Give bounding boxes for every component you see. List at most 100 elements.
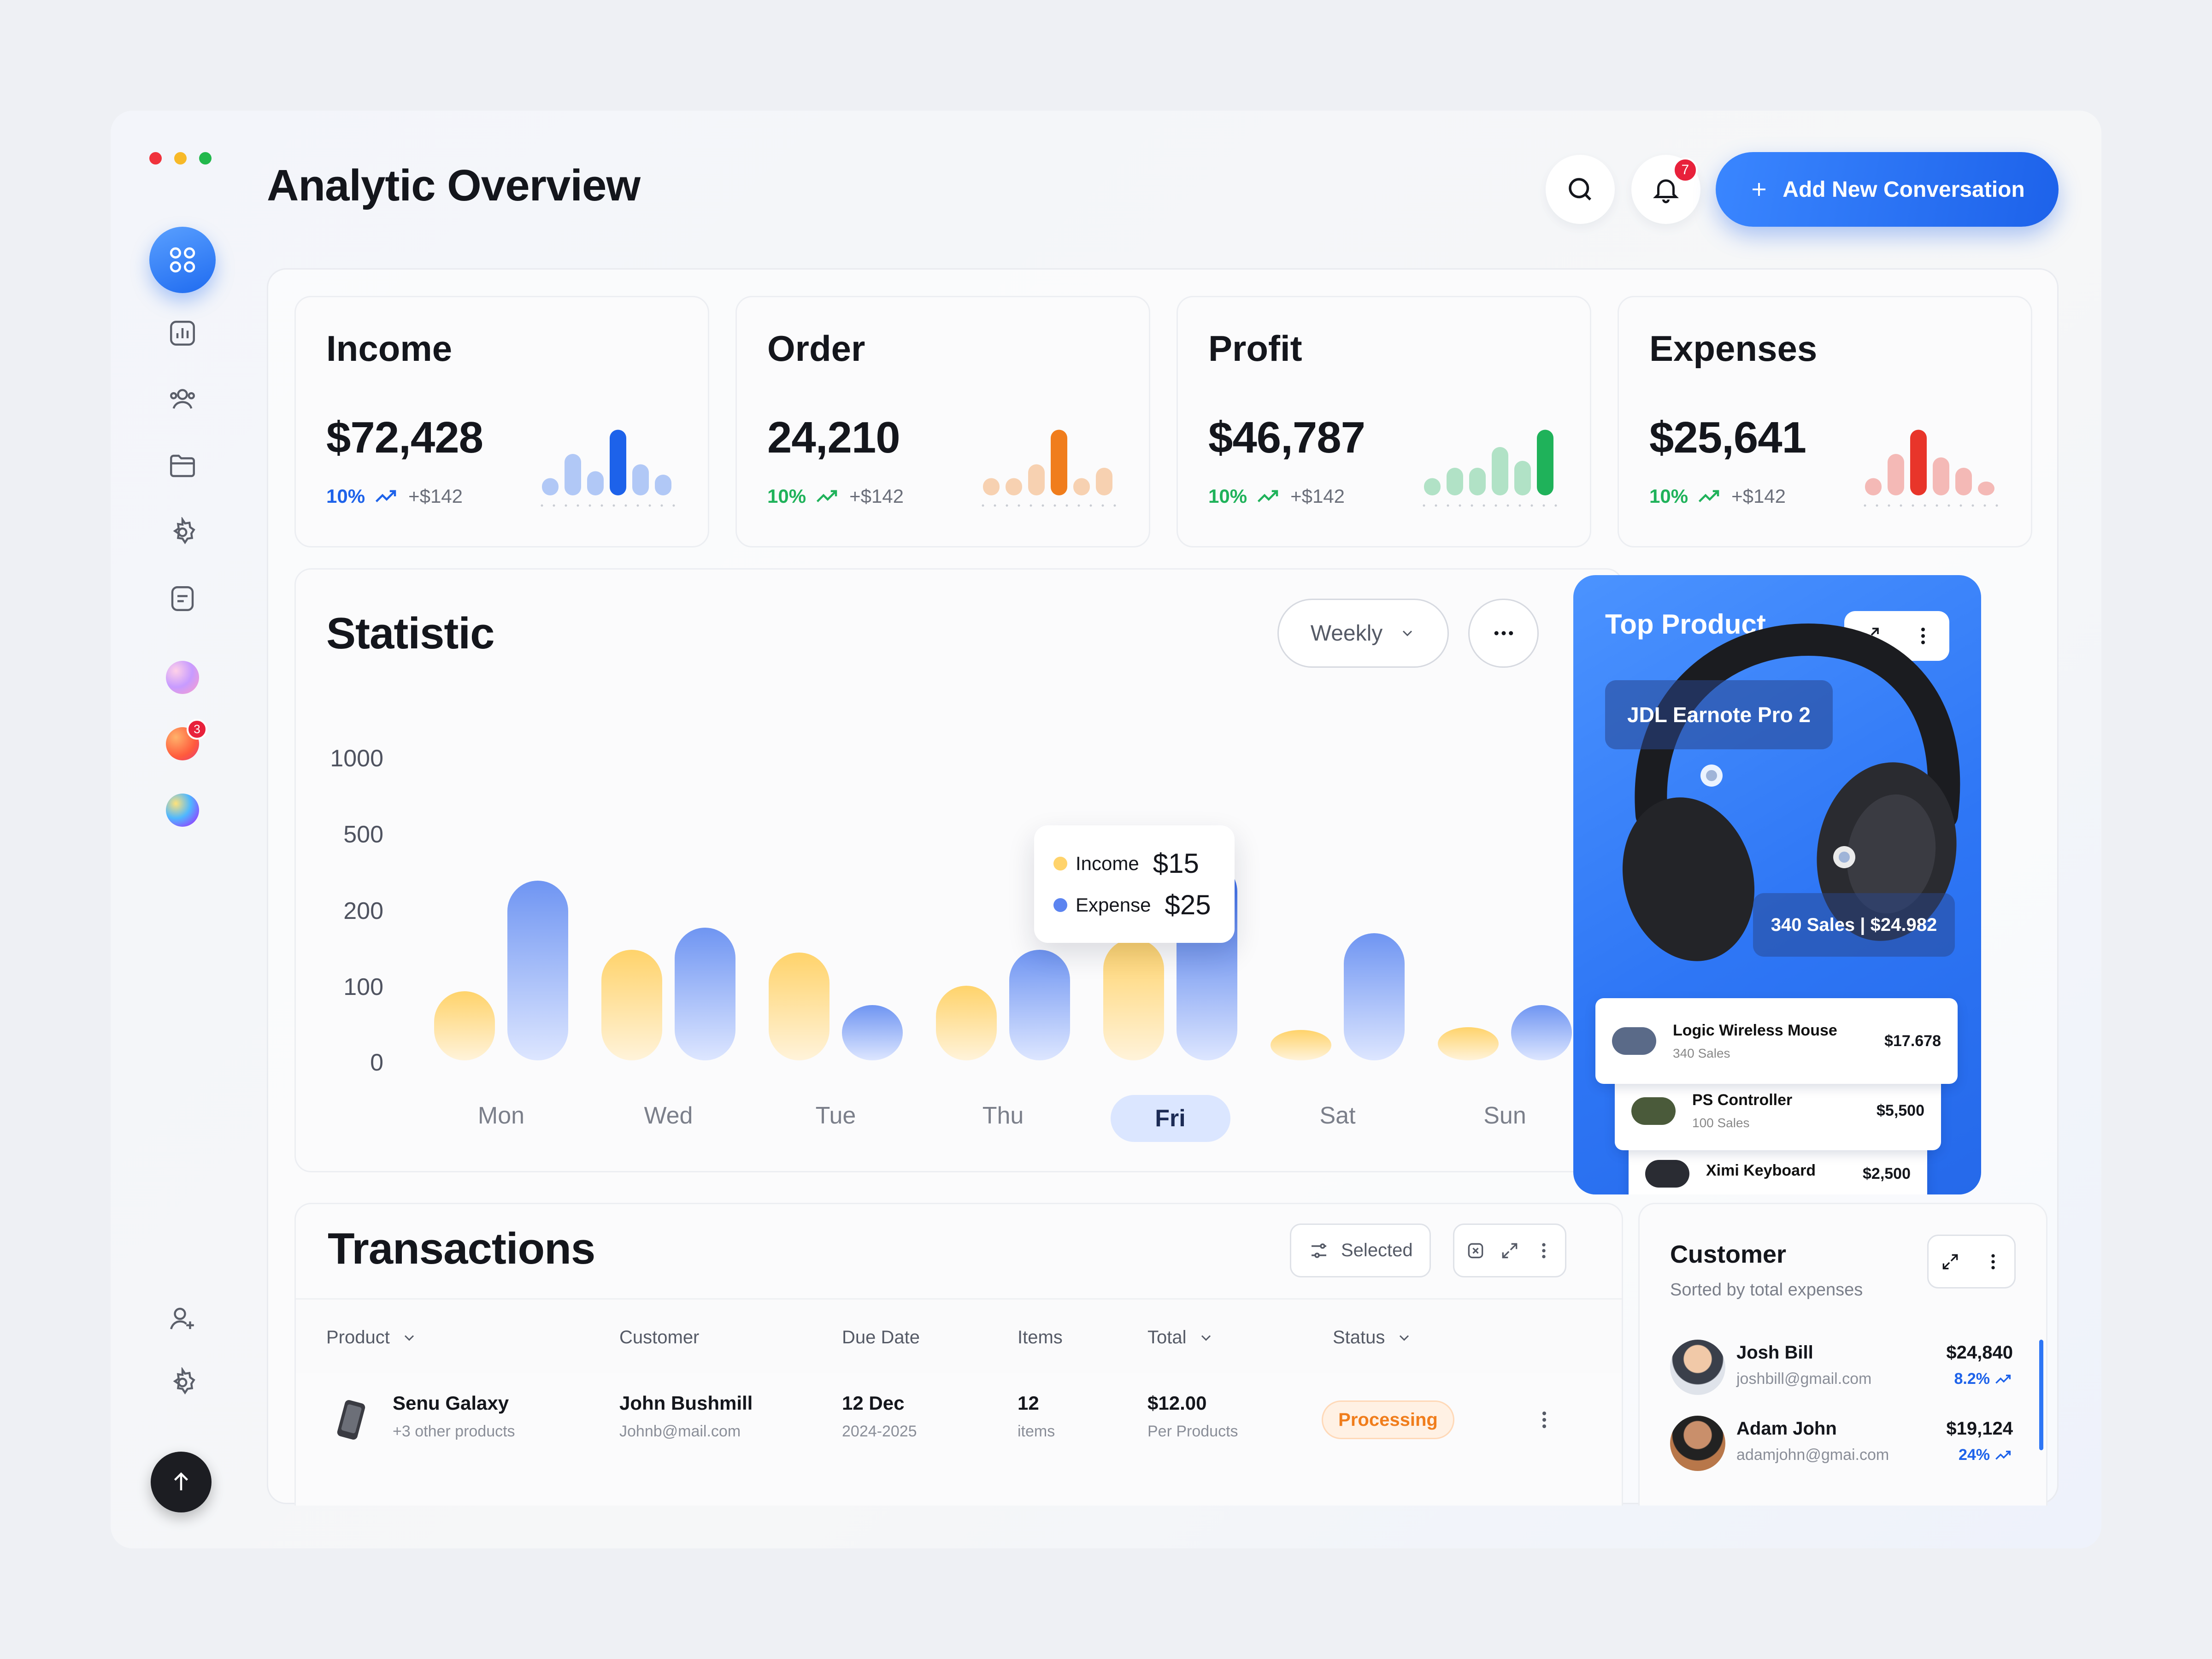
total-amount: $12.00 — [1147, 1392, 1207, 1414]
kpi-axis-dot — [600, 504, 603, 507]
kpi-card-income: Income $72,428 10% +$142 — [294, 296, 709, 547]
bar-expense-sun[interactable] — [1511, 1005, 1572, 1060]
x-tick-label-fri[interactable]: Fri — [1110, 1095, 1230, 1142]
expand-icon[interactable] — [1940, 1252, 1960, 1272]
search-button[interactable] — [1546, 155, 1615, 224]
product-name-tag[interactable]: JDL Earnote Pro 2 — [1605, 680, 1833, 749]
bar-expense-mon[interactable] — [507, 881, 568, 1060]
column-status[interactable]: Status — [1333, 1327, 1412, 1348]
kpi-axis-dot — [1053, 504, 1056, 507]
tooltip-income-label: Income — [1076, 852, 1139, 874]
add-conversation-label: Add New Conversation — [1783, 177, 2025, 202]
top-product-item-price: $17.678 — [1884, 1032, 1941, 1050]
filter-selected-button[interactable]: Selected — [1290, 1224, 1431, 1277]
bar-income-thu[interactable] — [936, 986, 997, 1060]
column-total-label: Total — [1147, 1327, 1187, 1347]
bar-income-fri[interactable] — [1103, 939, 1164, 1060]
kpi-mini-bar — [587, 471, 604, 495]
kpi-axis-dot — [1423, 504, 1425, 507]
x-tick-label-mon[interactable]: Mon — [441, 1102, 561, 1130]
bar-expense-thu[interactable] — [1009, 950, 1070, 1060]
maximize-dot[interactable] — [199, 152, 212, 165]
trend-up-icon — [375, 490, 396, 502]
x-tick-label-tue[interactable]: Tue — [776, 1102, 896, 1130]
more-vertical-icon[interactable] — [1534, 1241, 1554, 1261]
bar-expense-wed[interactable] — [675, 928, 735, 1060]
kpi-delta: +$142 — [1290, 485, 1345, 507]
customer-subtitle: Sorted by total expenses — [1670, 1280, 1863, 1300]
trend-up-icon — [1995, 1374, 2011, 1384]
customer-row-percent: 24% — [1958, 1446, 1990, 1464]
workspace-avatar-2[interactable]: 3 — [166, 719, 207, 760]
bar-chart-icon — [170, 321, 195, 346]
x-tick-label-thu[interactable]: Thu — [943, 1102, 1063, 1130]
sidebar-item-documents[interactable] — [149, 565, 216, 632]
kpi-axis-dot — [1912, 504, 1914, 507]
expand-icon[interactable] — [1500, 1241, 1520, 1261]
notifications-button[interactable]: 7 — [1631, 155, 1700, 224]
kpi-axis-dot — [660, 504, 663, 507]
customer-row[interactable]: Adam John adamjohn@gmai.com $19,124 24% — [1670, 1416, 2013, 1476]
kpi-axis-dot — [1518, 504, 1521, 507]
column-total[interactable]: Total — [1147, 1327, 1214, 1348]
kpi-axis-dot — [612, 504, 615, 507]
scrollbar[interactable] — [2039, 1340, 2043, 1450]
bar-expense-sat[interactable] — [1344, 933, 1405, 1060]
bar-income-mon[interactable] — [434, 991, 495, 1060]
top-product-card: Top Product JDL Earnote Pro 2 340 Sales … — [1573, 575, 1981, 1194]
kpi-mini-bar — [1955, 468, 1972, 495]
status-badge: Processing — [1322, 1400, 1454, 1439]
sliders-icon — [1312, 1243, 1326, 1258]
close-box-icon[interactable] — [1465, 1241, 1486, 1261]
sidebar-item-users[interactable] — [149, 366, 216, 433]
column-product[interactable]: Product — [326, 1327, 418, 1348]
kpi-mini-bar — [1537, 429, 1553, 495]
top-product-item-price: $5,500 — [1877, 1102, 1924, 1119]
bar-income-wed[interactable] — [601, 950, 662, 1060]
kpi-mini-bar — [1028, 464, 1045, 495]
column-product-label: Product — [326, 1327, 390, 1347]
sidebar-item-files[interactable] — [149, 433, 216, 499]
kpi-card-order: Order 24,210 10% +$142 — [735, 296, 1150, 547]
sidebar-item-dashboard[interactable] — [149, 227, 216, 293]
row-more-icon[interactable] — [1533, 1409, 1555, 1431]
top-product-item-info: PS Controller 100 Sales — [1692, 1091, 1792, 1130]
kpi-axis-dot — [1959, 504, 1962, 507]
sidebar-item-analytics[interactable] — [149, 300, 216, 366]
workspace-avatar-3[interactable] — [166, 794, 199, 827]
bar-income-sat[interactable] — [1271, 1030, 1331, 1060]
customer-row-email: adamjohn@gmai.com — [1736, 1446, 1889, 1464]
bar-income-sun[interactable] — [1438, 1027, 1499, 1060]
customer-email: Johnb@mail.com — [619, 1423, 741, 1440]
minimize-dot[interactable] — [174, 152, 187, 165]
sidebar-item-preferences[interactable] — [149, 1349, 216, 1416]
add-conversation-button[interactable]: Add New Conversation — [1716, 152, 2059, 227]
trend-up-icon — [1995, 1450, 2011, 1460]
workspace-avatar-1[interactable] — [166, 661, 199, 694]
kpi-mini-bar — [1865, 478, 1882, 495]
scroll-top-button[interactable] — [151, 1452, 212, 1512]
x-tick-label-wed[interactable]: Wed — [609, 1102, 729, 1130]
bar-expense-tue[interactable] — [842, 1005, 903, 1060]
due-date: 12 Dec — [842, 1392, 905, 1414]
kpi-axis-dot — [624, 504, 627, 507]
close-dot[interactable] — [149, 152, 162, 165]
top-product-item[interactable]: Logic Wireless Mouse 340 Sales $17.678 — [1595, 998, 1958, 1084]
kpi-percent: 10% — [767, 485, 806, 507]
more-vertical-icon[interactable] — [1983, 1252, 2003, 1272]
product-name: Senu Galaxy — [393, 1392, 509, 1414]
x-tick-label-sat[interactable]: Sat — [1278, 1102, 1398, 1130]
customer-row[interactable]: Josh Bill joshbill@gmail.com $24,840 8.2… — [1670, 1340, 2013, 1400]
kpi-axis-dot — [1983, 504, 1986, 507]
kpi-axis-dot — [1447, 504, 1449, 507]
x-tick-label-sun[interactable]: Sun — [1445, 1102, 1565, 1130]
kpi-mini-bar — [610, 429, 626, 495]
kpi-value: $72,428 — [326, 413, 483, 462]
customer-row-trend: 24% — [1959, 1446, 2013, 1464]
bar-income-tue[interactable] — [769, 953, 830, 1060]
table-header: Product Customer Due Date Items Total St… — [296, 1298, 1622, 1373]
sidebar-item-settings[interactable] — [149, 499, 216, 565]
kpi-mini-chart — [541, 429, 675, 507]
kpi-mini-bar — [1514, 461, 1531, 495]
sidebar-item-add-user[interactable] — [149, 1286, 216, 1352]
